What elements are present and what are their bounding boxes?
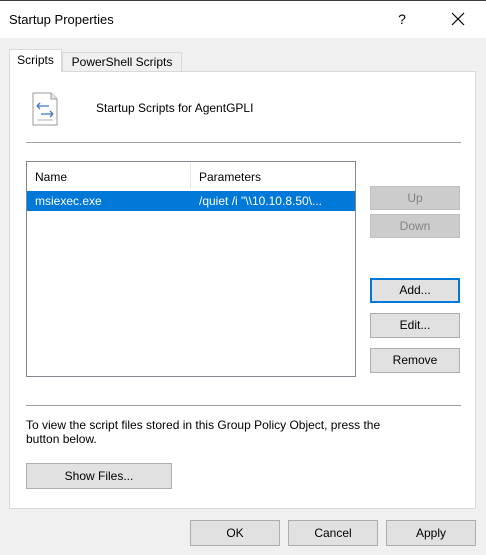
close-button[interactable] [444,5,472,33]
info-text: To view the script files stored in this … [26,418,381,446]
column-header-name[interactable]: Name [27,162,191,188]
ok-button[interactable]: OK [190,520,280,546]
script-document-icon [32,92,58,126]
remove-button[interactable]: Remove [370,348,460,373]
down-button[interactable]: Down [370,214,460,238]
close-icon [451,12,465,26]
tab-scripts[interactable]: Scripts [9,49,62,72]
help-button[interactable]: ? [388,5,416,33]
apply-button[interactable]: Apply [386,520,476,546]
scripts-tab-panel: Startup Scripts for AgentGPLI Name Param… [9,71,476,509]
cancel-button[interactable]: Cancel [288,520,378,546]
edit-button[interactable]: Edit... [370,313,460,338]
header-text: Startup Scripts for AgentGPLI [96,101,254,115]
script-name-cell: msiexec.exe [35,194,102,208]
script-parameters-cell: /quiet /i "\\10.10.8.50\... [199,194,323,208]
tab-powershell-scripts[interactable]: PowerShell Scripts [62,52,182,72]
window-title: Startup Properties [9,12,114,27]
list-header: Name Parameters [27,162,355,188]
column-header-parameters[interactable]: Parameters [191,162,355,188]
info-divider [26,405,461,406]
up-button[interactable]: Up [370,186,460,210]
show-files-button[interactable]: Show Files... [26,463,172,489]
title-bar: Startup Properties ? [0,0,486,38]
list-item[interactable]: msiexec.exe /quiet /i "\\10.10.8.50\... [27,191,355,211]
add-button[interactable]: Add... [370,278,460,303]
header-divider [26,142,461,143]
dialog-body: Scripts PowerShell Scripts Startup Scrip… [0,38,486,555]
scripts-list[interactable]: Name Parameters msiexec.exe /quiet /i "\… [26,161,356,377]
